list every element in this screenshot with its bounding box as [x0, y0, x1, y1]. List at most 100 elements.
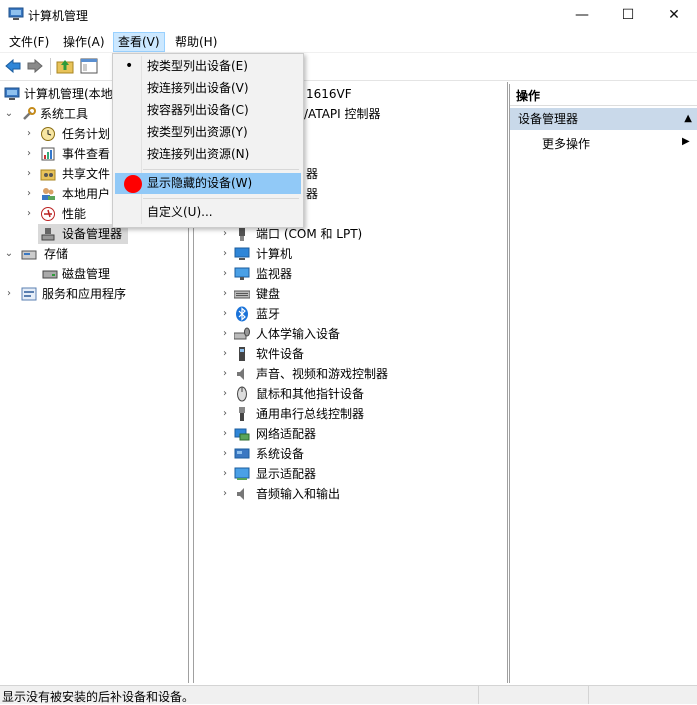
toolbar-separator — [50, 58, 51, 75]
device-category-bluetooth[interactable]: › 蓝牙 — [220, 304, 500, 324]
device-category-display[interactable]: › 显示适配器 — [220, 464, 500, 484]
tools-icon — [23, 107, 36, 120]
chevron-right-icon[interactable]: › — [220, 304, 230, 324]
chevron-right-icon[interactable]: › — [24, 124, 34, 144]
tree-item-label: 计算机管理(本地 — [24, 87, 113, 101]
device-category-label: 计算机 — [256, 247, 293, 261]
view-menu-item-customize[interactable]: 自定义(U)... — [115, 202, 301, 223]
chevron-right-icon[interactable]: › — [220, 244, 230, 264]
menu-separator — [143, 198, 299, 199]
device-category-software[interactable]: › 软件设备 — [220, 344, 500, 364]
menu-separator — [143, 169, 299, 170]
menu-view[interactable]: 查看(V) — [113, 32, 165, 52]
tree-item-label: 系统工具 — [40, 107, 89, 121]
menu-help[interactable]: 帮助(H) — [171, 33, 221, 51]
computer-management-icon — [8, 7, 24, 20]
view-menu-item-by-type-resources[interactable]: 按类型列出资源(Y) — [115, 122, 301, 143]
device-category-sound[interactable]: › 声音、视频和游戏控制器 — [220, 364, 500, 384]
chevron-right-icon[interactable]: › — [220, 284, 230, 304]
menu-item-label: 按连接列出资源(N) — [147, 147, 250, 161]
chevron-right-icon[interactable]: › — [220, 384, 230, 404]
device-category-monitors[interactable]: › 监视器 — [220, 264, 500, 284]
chevron-right-icon[interactable]: › — [220, 424, 230, 444]
maximize-button[interactable]: ☐ — [605, 0, 651, 30]
device-category-network[interactable]: › 网络适配器 — [220, 424, 500, 444]
device-category-partial[interactable]: 器 — [306, 184, 318, 204]
folder-up-icon[interactable] — [56, 58, 74, 74]
tree-item-label: 事件查看 — [62, 147, 111, 161]
device-category-label: 软件设备 — [256, 347, 305, 361]
shared-folder-icon — [40, 169, 56, 181]
chevron-right-icon[interactable]: › — [220, 324, 230, 344]
tree-item-label: 任务计划 — [62, 127, 111, 141]
menu-file[interactable]: 文件(F) — [5, 33, 53, 51]
chevron-down-icon[interactable]: ⌄ — [4, 244, 14, 264]
usb-icon — [239, 407, 245, 421]
actions-section-device-manager[interactable]: 设备管理器 ▲ — [510, 108, 697, 130]
device-category-audio-io[interactable]: › 音频输入和输出 — [220, 484, 500, 504]
actions-section-label: 设备管理器 — [518, 112, 579, 126]
device-category-mice[interactable]: › 鼠标和其他指针设备 — [220, 384, 500, 404]
chevron-right-icon[interactable]: › — [220, 344, 230, 364]
storage-icon — [21, 250, 37, 260]
device-manager-icon — [41, 228, 55, 241]
chevron-right-icon[interactable]: › — [220, 444, 230, 464]
view-menu-item-show-hidden-devices[interactable]: 显示隐藏的设备(W) — [115, 173, 301, 194]
more-actions-item[interactable]: 更多操作 — [542, 134, 590, 154]
view-menu-item-by-container-devices[interactable]: 按容器列出设备(C) — [115, 100, 301, 121]
menu-item-label: 按类型列出资源(Y) — [147, 125, 248, 139]
chevron-right-icon[interactable]: › — [220, 484, 230, 504]
display-adapter-icon — [234, 467, 250, 480]
tree-item-storage[interactable]: ⌄ 存储 — [4, 244, 188, 264]
view-menu-item-by-connection-resources[interactable]: 按连接列出资源(N) — [115, 144, 301, 165]
chevron-right-icon[interactable]: › — [220, 404, 230, 424]
device-category-ide[interactable]: /ATAPI 控制器 — [304, 104, 381, 124]
device-category-keyboards[interactable]: › 键盘 — [220, 284, 500, 304]
forward-arrow-icon[interactable] — [26, 58, 44, 74]
chevron-right-icon[interactable]: › — [220, 364, 230, 384]
audio-io-icon — [237, 488, 244, 500]
device-category-label: 监视器 — [256, 267, 293, 281]
view-menu-item-by-connection-devices[interactable]: 按连接列出设备(V) — [115, 78, 301, 99]
console-tree-icon[interactable] — [80, 58, 98, 74]
speaker-icon — [237, 368, 244, 380]
chevron-right-icon[interactable]: › — [24, 144, 34, 164]
device-category-system[interactable]: › 系统设备 — [220, 444, 500, 464]
chevron-right-icon[interactable]: › — [220, 264, 230, 284]
port-icon — [239, 228, 245, 241]
chevron-right-icon[interactable]: › — [24, 204, 34, 224]
tree-item-label: 磁盘管理 — [62, 267, 111, 281]
mouse-icon — [237, 386, 247, 402]
back-arrow-icon[interactable] — [4, 58, 22, 74]
status-divider — [478, 686, 479, 704]
device-category-hid[interactable]: › 人体学输入设备 — [220, 324, 500, 344]
tree-item-services-applications[interactable]: › 服务和应用程序 — [4, 284, 188, 304]
device-category-usb[interactable]: › 通用串行总线控制器 — [220, 404, 500, 424]
chevron-right-icon[interactable]: › — [4, 284, 14, 304]
chevron-right-icon[interactable]: › — [24, 184, 34, 204]
device-category-computer[interactable]: › 计算机 — [220, 244, 500, 264]
minimize-button[interactable]: — — [559, 0, 605, 30]
collapse-up-icon[interactable]: ▲ — [684, 108, 692, 130]
menu-item-label: 自定义(U)... — [147, 205, 213, 219]
device-category-label: 音频输入和输出 — [256, 487, 341, 501]
users-icon — [42, 188, 55, 200]
actions-pane: 操作 设备管理器 ▲ 更多操作 ▶ — [509, 84, 697, 683]
view-menu-item-by-type-devices[interactable]: • 按类型列出设备(E) — [115, 56, 301, 77]
menu-action[interactable]: 操作(A) — [59, 33, 109, 51]
submenu-arrow-icon[interactable]: ▶ — [682, 136, 690, 147]
device-category-partial[interactable]: 器 — [306, 164, 318, 184]
device-category-label: 网络适配器 — [256, 427, 317, 441]
title-bar: 计算机管理 — ☐ ✕ — [0, 0, 697, 30]
chevron-down-icon[interactable]: ⌄ — [4, 104, 14, 124]
computer-management-icon — [4, 87, 20, 100]
device-category-label: 声音、视频和游戏控制器 — [256, 367, 389, 381]
status-text: 显示没有被安装的后补设备和设备。 — [2, 690, 195, 704]
chevron-right-icon[interactable]: › — [220, 464, 230, 484]
tree-item-disk-management[interactable]: 磁盘管理 — [40, 264, 188, 284]
device-tree-root-label[interactable]: 1616VF — [306, 84, 352, 104]
close-button[interactable]: ✕ — [651, 0, 697, 30]
menu-item-label: 按类型列出设备(E) — [147, 59, 248, 73]
chevron-right-icon[interactable]: › — [24, 164, 34, 184]
menu-item-label: 显示隐藏的设备(W) — [147, 176, 253, 190]
